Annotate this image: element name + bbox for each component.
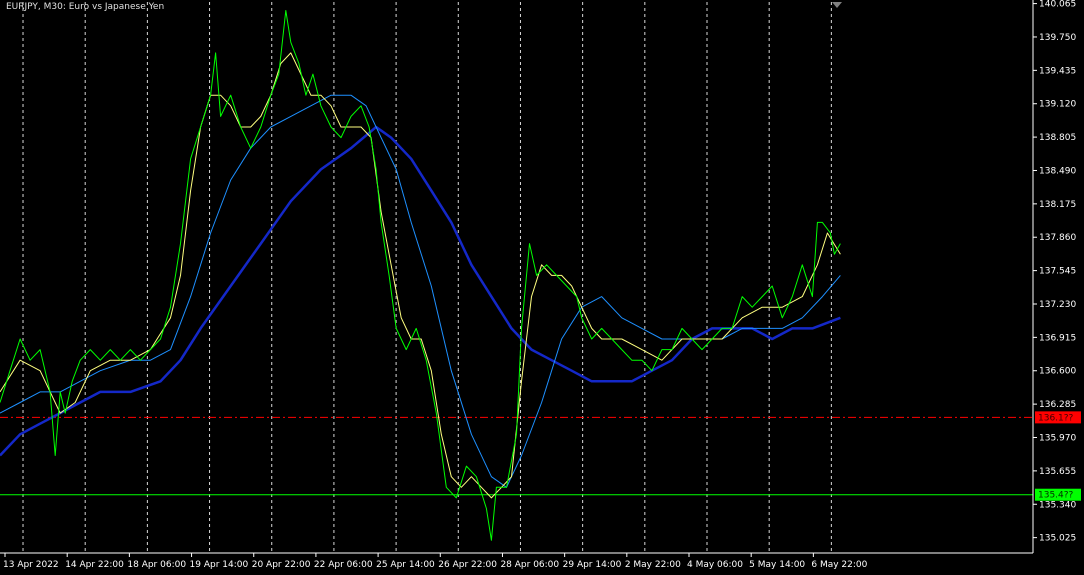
x-tick-label: 25 Apr 14:00 <box>376 560 435 570</box>
x-tick-label: 22 Apr 06:00 <box>314 560 373 570</box>
x-tick-label: 13 Apr 2022 <box>3 560 59 570</box>
y-tick-label: 137.860 <box>1039 233 1076 243</box>
x-tick-label: 20 Apr 22:00 <box>252 560 311 570</box>
x-tick-label: 14 Apr 22:00 <box>65 560 124 570</box>
y-tick-label: 137.545 <box>1039 267 1076 277</box>
y-tick-label: 138.175 <box>1039 200 1076 210</box>
x-tick-label: 18 Apr 06:00 <box>127 560 186 570</box>
x-tick-label: 29 Apr 14:00 <box>563 560 622 570</box>
x-tick-label: 26 Apr 22:00 <box>438 560 497 570</box>
y-tick-label: 140.065 <box>1039 0 1076 10</box>
x-tick-label: 4 May 06:00 <box>687 560 743 570</box>
y-tick-label: 136.600 <box>1039 367 1076 377</box>
y-tick-label: 139.750 <box>1039 33 1076 43</box>
green-level-label: 135.4?? <box>1038 491 1074 501</box>
y-tick-label: 139.120 <box>1039 100 1076 110</box>
red-level-label: 136.1?? <box>1038 413 1074 423</box>
y-tick-label: 136.285 <box>1039 400 1076 410</box>
chart-title: EURJPY, M30: Euro vs Japanese Yen <box>6 2 165 12</box>
y-tick-label: 138.490 <box>1039 166 1076 176</box>
x-tick-label: 19 Apr 14:00 <box>190 560 249 570</box>
x-tick-label: 5 May 14:00 <box>749 560 805 570</box>
x-tick-label: 2 May 22:00 <box>625 560 681 570</box>
chart-background <box>0 0 1084 571</box>
chart-root: 13 Apr 2022 14 Apr 22:00 18 Apr 06:00 19 Ap… <box>0 0 1084 571</box>
y-tick-label: 138.805 <box>1039 133 1076 143</box>
y-tick-label: 135.970 <box>1039 434 1076 444</box>
price-chart[interactable]: 13 Apr 2022 14 Apr 22:00 18 Apr 06:00 19 Ap… <box>0 0 1084 571</box>
y-tick-label: 135.340 <box>1039 500 1076 510</box>
y-tick-label: 135.655 <box>1039 467 1076 477</box>
x-tick-label: 6 May 22:00 <box>811 560 867 570</box>
y-tick-label: 137.230 <box>1039 300 1076 310</box>
y-tick-label: 136.915 <box>1039 333 1076 343</box>
x-tick-label: 28 Apr 06:00 <box>500 560 559 570</box>
y-tick-label: 135.025 <box>1039 534 1076 544</box>
y-tick-label: 139.435 <box>1039 66 1076 76</box>
